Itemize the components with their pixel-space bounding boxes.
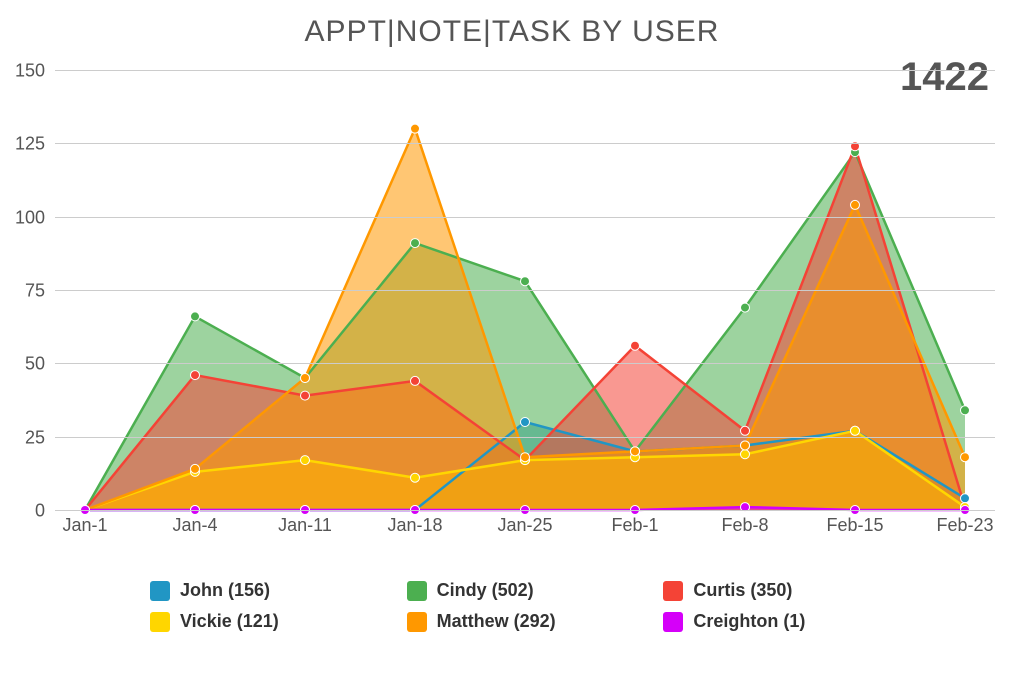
legend-swatch	[663, 581, 683, 601]
data-point	[961, 453, 970, 462]
legend-swatch	[663, 612, 683, 632]
legend-swatch	[407, 581, 427, 601]
legend: John (156) Cindy (502) Curtis (350) Vickie …	[150, 580, 900, 632]
data-point	[741, 303, 750, 312]
x-tick-label: Jan-11	[278, 515, 332, 536]
data-point	[521, 277, 530, 286]
data-point	[521, 418, 530, 427]
chart-title: APPT|NOTE|TASK BY USER	[0, 15, 1024, 49]
gridline: 25	[55, 437, 995, 438]
data-point	[301, 391, 310, 400]
legend-item[interactable]: Creighton (1)	[663, 611, 900, 632]
x-tick-label: Jan-25	[497, 515, 552, 536]
y-tick-label: 0	[5, 501, 45, 522]
gridline: 150	[55, 70, 995, 71]
legend-item[interactable]: Vickie (121)	[150, 611, 387, 632]
data-point	[961, 406, 970, 415]
data-point	[301, 374, 310, 383]
y-tick-label: 50	[5, 354, 45, 375]
data-point	[851, 200, 860, 209]
y-tick-label: 25	[5, 427, 45, 448]
x-tick-label: Feb-15	[826, 515, 883, 536]
gridline: 50	[55, 363, 995, 364]
data-point	[411, 473, 420, 482]
gridline: 125	[55, 143, 995, 144]
y-tick-label: 125	[5, 134, 45, 155]
legend-label: Vickie (121)	[180, 611, 279, 632]
data-point	[301, 456, 310, 465]
plot-area: 0 25 50 75 100 125 150	[55, 70, 995, 510]
x-tick-label: Jan-1	[62, 515, 107, 536]
data-point	[741, 441, 750, 450]
data-point	[741, 450, 750, 459]
x-tick-label: Jan-18	[387, 515, 442, 536]
data-point	[631, 447, 640, 456]
x-tick-label: Feb-1	[611, 515, 658, 536]
area-chart: APPT|NOTE|TASK BY USER 1422 025507510012…	[0, 0, 1024, 683]
x-tick-label: Feb-23	[936, 515, 993, 536]
data-point	[191, 371, 200, 380]
legend-label: Cindy (502)	[437, 580, 534, 601]
data-point	[411, 376, 420, 385]
legend-swatch	[150, 612, 170, 632]
legend-swatch	[407, 612, 427, 632]
data-point	[851, 426, 860, 435]
gridline: 0	[55, 510, 995, 511]
data-point	[411, 124, 420, 133]
data-point	[191, 312, 200, 321]
gridline: 100	[55, 217, 995, 218]
data-point	[191, 464, 200, 473]
data-point	[741, 426, 750, 435]
y-tick-label: 75	[5, 281, 45, 302]
legend-item[interactable]: John (156)	[150, 580, 387, 601]
legend-label: Matthew (292)	[437, 611, 556, 632]
x-tick-label: Feb-8	[721, 515, 768, 536]
y-tick-label: 100	[5, 207, 45, 228]
x-axis-labels: Jan-1 Jan-4 Jan-11 Jan-18 Jan-25 Feb-1 Feb-8 Fe…	[55, 515, 995, 545]
data-point	[411, 239, 420, 248]
legend-item[interactable]: Matthew (292)	[407, 611, 644, 632]
y-tick-label: 150	[5, 61, 45, 82]
gridline: 75	[55, 290, 995, 291]
legend-label: Curtis (350)	[693, 580, 792, 601]
data-point	[521, 453, 530, 462]
legend-item[interactable]: Curtis (350)	[663, 580, 900, 601]
x-tick-label: Jan-4	[172, 515, 217, 536]
data-point	[631, 341, 640, 350]
legend-label: Creighton (1)	[693, 611, 805, 632]
legend-label: John (156)	[180, 580, 270, 601]
data-point	[961, 494, 970, 503]
legend-item[interactable]: Cindy (502)	[407, 580, 644, 601]
legend-swatch	[150, 581, 170, 601]
